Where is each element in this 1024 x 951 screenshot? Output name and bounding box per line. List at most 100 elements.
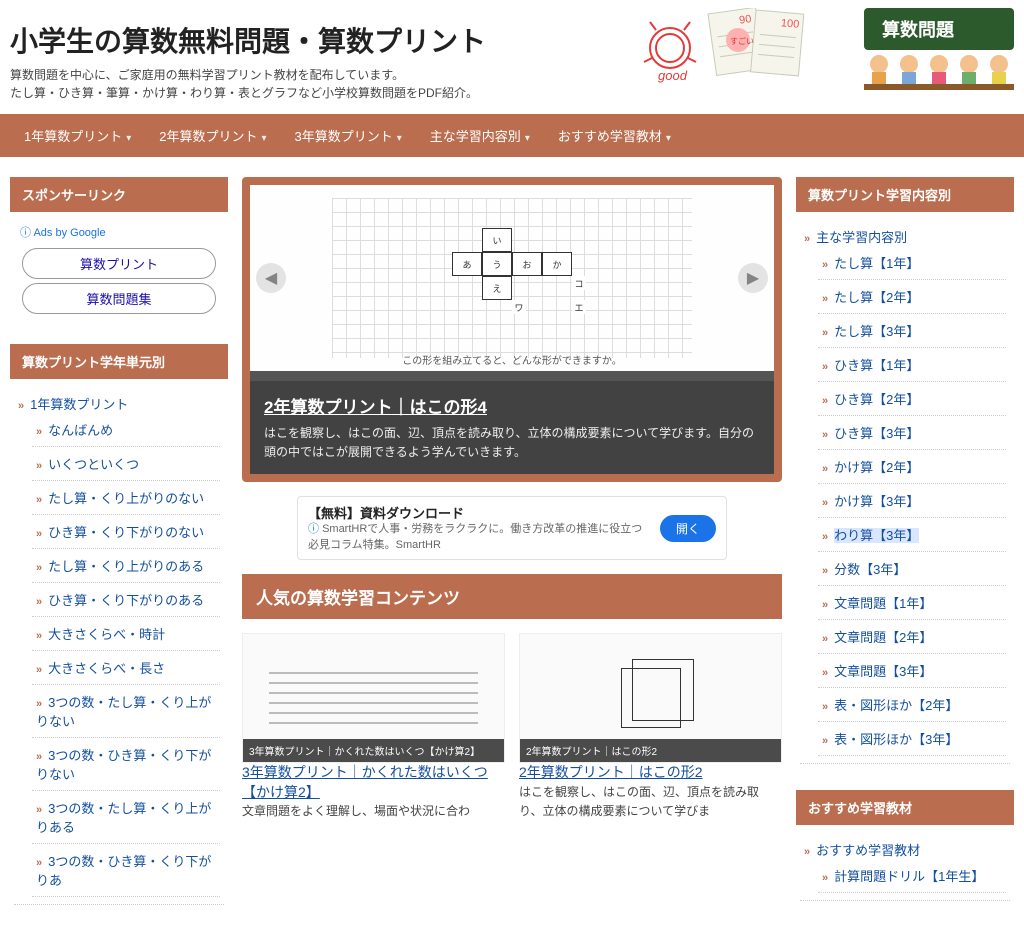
- popular-section-title: 人気の算数学習コンテンツ: [242, 574, 782, 619]
- list-marker-icon: »: [36, 596, 42, 608]
- ad-sub: SmartHRで人事・労務をラクラクに。働き方改革の推進に役立つ必見コラム特集。…: [308, 523, 642, 550]
- unit-link[interactable]: 大きさくらべ・長さ: [48, 661, 165, 676]
- slider-subcaption: この形を組み立てると、どんな形ができますか。: [250, 352, 774, 367]
- category-link[interactable]: 文章問題【1年】: [834, 596, 932, 611]
- svg-text:すごい: すごい: [730, 36, 754, 46]
- slider-image: ◀ い あ う お か え ワ コ エ: [250, 185, 774, 371]
- list-marker-icon: »: [822, 667, 828, 679]
- ads-label[interactable]: Ads by Google: [14, 220, 224, 244]
- category-link[interactable]: 文章問題【2年】: [834, 630, 932, 645]
- list-marker-icon: »: [822, 293, 828, 305]
- list-marker-icon: »: [36, 857, 42, 869]
- category-link[interactable]: わり算【3年】: [834, 528, 919, 543]
- card-label: 2年算数プリント｜はこの形2: [520, 739, 781, 762]
- sponsor-widget: スポンサーリンク Ads by Google 算数プリント 算数問題集: [10, 177, 228, 326]
- list-marker-icon: »: [822, 872, 828, 884]
- category-link[interactable]: たし算【1年】: [834, 256, 919, 271]
- category-link[interactable]: ひき算【2年】: [834, 392, 919, 407]
- nav-item-3[interactable]: 主な学習内容別▾: [416, 114, 544, 157]
- list-marker-icon: »: [18, 400, 24, 412]
- list-marker-icon: »: [36, 804, 42, 816]
- card-title-link[interactable]: 3年算数プリント｜かくれた数はいくつ【かけ算2】: [242, 764, 488, 800]
- right-sidebar: 算数プリント学習内容別 »主な学習内容別 »たし算【1年】»たし算【2年】»たし…: [796, 177, 1014, 927]
- card-desc: 文章問題をよく理解し、場面や状況に合わ: [242, 802, 505, 821]
- list-marker-icon: »: [822, 361, 828, 373]
- cube-net-icon: い あ う お か え ワ コ エ: [422, 228, 602, 328]
- header-decoration: good 90 100 すごい 算数問題: [638, 8, 1014, 93]
- list-marker-icon: »: [36, 494, 42, 506]
- kids-illustration-icon: [864, 50, 1014, 90]
- units-widget: 算数プリント学年単元別 »1年算数プリント »なんばんめ»いくつといくつ»たし算…: [10, 344, 228, 913]
- chevron-down-icon: ▾: [525, 133, 530, 144]
- featured-slider: ◀ い あ う お か え ワ コ エ: [242, 177, 782, 482]
- list-marker-icon: »: [822, 599, 828, 611]
- slider-title-link[interactable]: 2年算数プリント｜はこの形4: [264, 398, 487, 417]
- nav-item-0[interactable]: 1年算数プリント▾: [10, 114, 145, 157]
- ad-pill-2[interactable]: 算数問題集: [22, 283, 216, 314]
- list-marker-icon: »: [36, 562, 42, 574]
- unit-link[interactable]: 3つの数・たし算・くり上がりある: [36, 801, 211, 835]
- ad-open-button[interactable]: 開く: [660, 515, 716, 542]
- slider-caption: 2年算数プリント｜はこの形4 はこを観察し、はこの面、辺、頂点を読み取り、立体の…: [250, 381, 774, 474]
- category-link[interactable]: 表・図形ほか【3年】: [834, 732, 958, 747]
- category-widget: 算数プリント学習内容別 »主な学習内容別 »たし算【1年】»たし算【2年】»たし…: [796, 177, 1014, 772]
- svg-text:good: good: [658, 68, 688, 83]
- nav-item-4[interactable]: おすすめ学習教材▾: [544, 114, 685, 157]
- unit-link[interactable]: ひき算・くり下がりのない: [48, 525, 204, 540]
- unit-link[interactable]: ひき算・くり下がりのある: [48, 593, 204, 608]
- card-label: 3年算数プリント｜かくれた数はいくつ【かけ算2】: [243, 739, 504, 762]
- card-thumb[interactable]: 3年算数プリント｜かくれた数はいくつ【かけ算2】: [242, 633, 505, 763]
- recommend-title: おすすめ学習教材: [796, 790, 1014, 825]
- unit-link[interactable]: 3つの数・たし算・くり上がりない: [36, 695, 211, 729]
- unit-link[interactable]: 3つの数・ひき算・くり下がりあ: [36, 854, 211, 888]
- unit-link[interactable]: なんばんめ: [48, 423, 113, 438]
- list-marker-icon: »: [822, 565, 828, 577]
- unit-link[interactable]: いくつといくつ: [48, 457, 139, 472]
- unit-link[interactable]: 3つの数・ひき算・くり下がりない: [36, 748, 211, 782]
- list-marker-icon: »: [36, 698, 42, 710]
- site-header: 小学生の算数無料問題・算数プリント 算数問題を中心に、ご家庭用の無料学習プリント…: [0, 0, 1024, 114]
- good-doodle-icon: good 90 100 すごい: [638, 8, 858, 86]
- nav-item-2[interactable]: 3年算数プリント▾: [281, 114, 416, 157]
- info-icon: ⓘ: [308, 523, 319, 535]
- category-link[interactable]: 分数【3年】: [834, 562, 906, 577]
- recommend-head-link[interactable]: おすすめ学習教材: [816, 843, 920, 858]
- category-link[interactable]: かけ算【3年】: [834, 494, 919, 509]
- category-link[interactable]: たし算【2年】: [834, 290, 919, 305]
- unit-link[interactable]: 大きさくらべ・時計: [48, 627, 165, 642]
- recommend-link[interactable]: 計算問題ドリル【1年生】: [834, 869, 984, 884]
- list-marker-icon: »: [822, 497, 828, 509]
- category-link[interactable]: 表・図形ほか【2年】: [834, 698, 958, 713]
- category-link[interactable]: ひき算【1年】: [834, 358, 919, 373]
- nav-item-1[interactable]: 2年算数プリント▾: [145, 114, 280, 157]
- card-title-link[interactable]: 2年算数プリント｜はこの形2: [519, 764, 703, 780]
- category-link[interactable]: たし算【3年】: [834, 324, 919, 339]
- card-thumb[interactable]: 2年算数プリント｜はこの形2: [519, 633, 782, 763]
- unit-link[interactable]: たし算・くり上がりのある: [48, 559, 204, 574]
- list-marker-icon: »: [822, 633, 828, 645]
- chevron-down-icon: ▾: [397, 133, 402, 144]
- category-link[interactable]: ひき算【3年】: [834, 426, 919, 441]
- sponsor-title: スポンサーリンク: [10, 177, 228, 212]
- list-marker-icon: »: [804, 846, 810, 858]
- list-marker-icon: »: [36, 751, 42, 763]
- header-badge[interactable]: 算数問題: [864, 8, 1014, 50]
- inline-ad[interactable]: 【無料】資料ダウンロード ⓘ SmartHRで人事・労務をラクラクに。働き方改革…: [297, 496, 727, 560]
- main-column: ◀ い あ う お か え ワ コ エ: [242, 177, 782, 822]
- units-head-link[interactable]: 1年算数プリント: [30, 397, 128, 412]
- svg-text:100: 100: [780, 17, 799, 31]
- list-marker-icon: »: [822, 259, 828, 271]
- category-link[interactable]: 文章問題【3年】: [834, 664, 932, 679]
- category-head-link[interactable]: 主な学習内容別: [816, 230, 907, 245]
- category-link[interactable]: かけ算【2年】: [834, 460, 919, 475]
- list-marker-icon: »: [36, 460, 42, 472]
- list-marker-icon: »: [822, 735, 828, 747]
- card-desc: はこを観察し、はこの面、辺、頂点を読み取り、立体の構成要素について学びま: [519, 783, 782, 821]
- slider-next-button[interactable]: ▶: [738, 263, 768, 293]
- list-marker-icon: »: [36, 630, 42, 642]
- main-nav: 1年算数プリント▾ 2年算数プリント▾ 3年算数プリント▾ 主な学習内容別▾ お…: [0, 114, 1024, 157]
- slider-prev-button[interactable]: ◀: [256, 263, 286, 293]
- list-marker-icon: »: [804, 233, 810, 245]
- unit-link[interactable]: たし算・くり上がりのない: [48, 491, 204, 506]
- ad-pill-1[interactable]: 算数プリント: [22, 248, 216, 279]
